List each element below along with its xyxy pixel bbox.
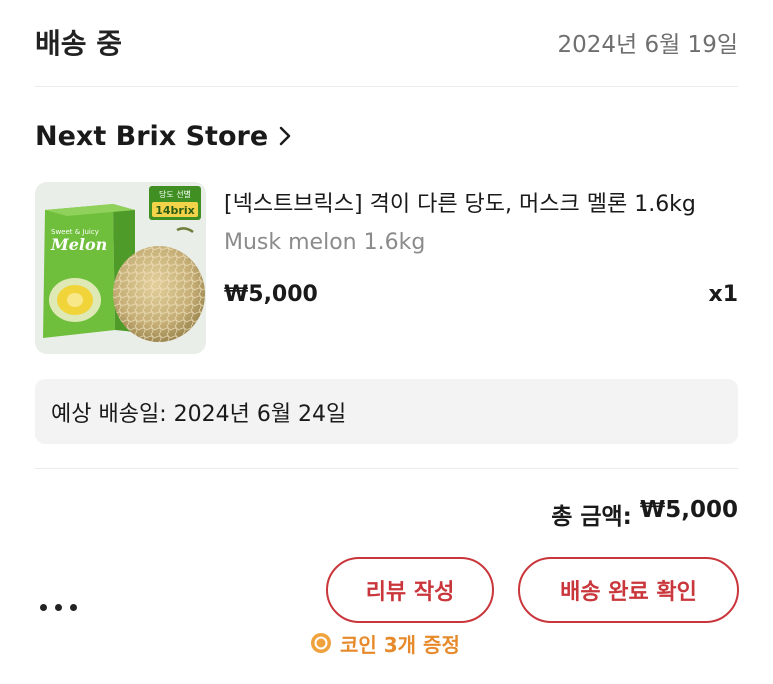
reward-text: 코인 3개 증정 — [340, 632, 460, 657]
divider — [35, 86, 738, 87]
order-total: 총 금액: ₩5,000 — [551, 497, 738, 531]
brix-badge-bottom: 14brix — [155, 204, 194, 217]
product-title[interactable]: [넥스트브릭스] 격이 다른 당도, 머스크 멜론 1.6kg — [224, 186, 738, 218]
store-link[interactable]: Next Brix Store — [35, 112, 292, 160]
product-quantity: x1 — [708, 282, 739, 307]
store-name: Next Brix Store — [35, 120, 269, 152]
brix-badge-top: 당도 선별 — [159, 189, 191, 199]
estimated-delivery-text: 예상 배송일: 2024년 6월 24일 — [51, 401, 347, 427]
order-header: 배송 중 2024년 6월 19일 — [35, 18, 738, 66]
delivery-status: 배송 중 — [35, 27, 123, 60]
melon-product-image: Sweet & Juicy Melon 당도 선별 14brix — [35, 182, 206, 354]
box-brand: Melon — [50, 235, 107, 254]
order-date: 2024년 6월 19일 — [557, 32, 738, 58]
write-review-button[interactable]: 리뷰 작성 — [326, 557, 494, 623]
confirm-delivery-button[interactable]: 배송 완료 확인 — [518, 557, 739, 623]
divider — [35, 468, 738, 469]
estimated-delivery-box: 예상 배송일: 2024년 6월 24일 — [35, 379, 738, 444]
product-thumbnail[interactable]: Sweet & Juicy Melon 당도 선별 14brix — [35, 182, 206, 354]
review-reward: 코인 3개 증정 — [310, 628, 460, 658]
product-price: ₩5,000 — [224, 282, 318, 307]
product-item[interactable]: Sweet & Juicy Melon 당도 선별 14brix [넥스트브릭스… — [35, 182, 738, 354]
total-label: 총 금액: — [551, 504, 632, 530]
more-horizontal-icon[interactable] — [40, 598, 80, 616]
order-card: 배송 중 2024년 6월 19일 Next Brix Store Sweet … — [0, 0, 773, 684]
total-value: ₩5,000 — [639, 497, 738, 523]
coin-icon — [311, 633, 331, 653]
chevron-right-icon — [279, 126, 291, 146]
product-option: Musk melon 1.6kg — [224, 230, 426, 255]
